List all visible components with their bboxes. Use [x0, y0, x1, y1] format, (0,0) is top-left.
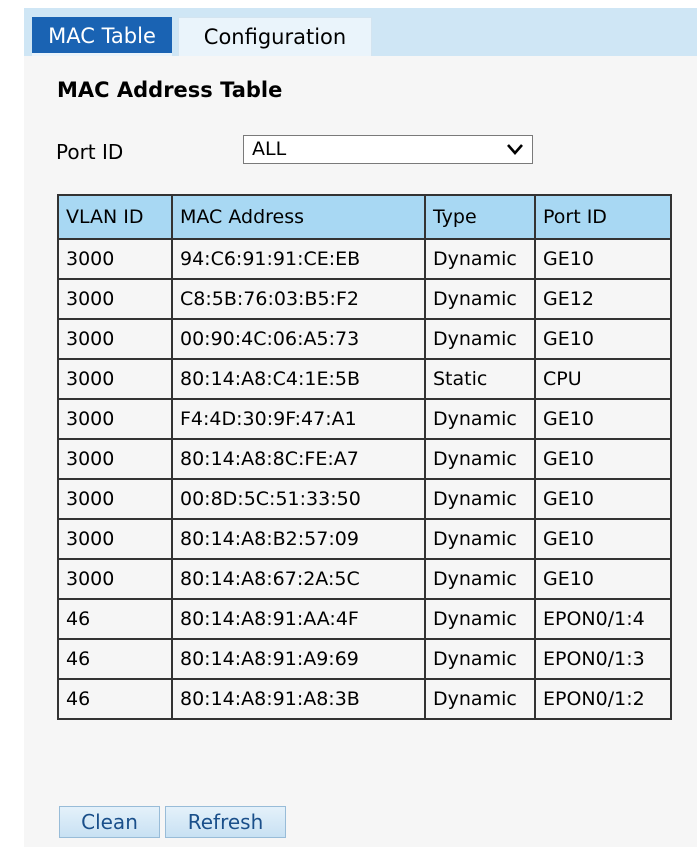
mac-address-cell: F4:4D:30:9F:47:A1: [171, 398, 426, 440]
table-row: 3000 00:8D:5C:51:33:50 Dynamic GE10: [57, 478, 672, 520]
mac-address-cell: C8:5B:76:03:B5:F2: [171, 278, 426, 320]
port-id-filter-label: Port ID: [56, 140, 124, 164]
column-header-mac-address: MAC Address: [171, 194, 426, 240]
tab-configuration[interactable]: Configuration: [178, 17, 372, 56]
mac-address-cell: 80:14:A8:91:AA:4F: [171, 598, 426, 640]
port-id-select-value: ALL: [252, 138, 287, 160]
page-title: MAC Address Table: [57, 78, 283, 102]
type-cell: Dynamic: [424, 278, 536, 320]
mac-address-cell: 00:90:4C:06:A5:73: [171, 318, 426, 360]
table-body: 3000 94:C6:91:91:CE:EB Dynamic GE10 3000 C8:5…: [57, 238, 672, 720]
mac-address-cell: 80:14:A8:8C:FE:A7: [171, 438, 426, 480]
type-cell: Static: [424, 358, 536, 400]
vlan-id-cell: 3000: [57, 278, 173, 320]
type-cell: Dynamic: [424, 558, 536, 600]
tab-mac-table[interactable]: MAC Table: [32, 17, 172, 56]
table-row: 3000 80:14:A8:8C:FE:A7 Dynamic GE10: [57, 438, 672, 480]
vlan-id-cell: 46: [57, 678, 173, 720]
tab-bar: MAC Table Configuration: [24, 8, 697, 56]
column-header-type: Type: [424, 194, 536, 240]
vlan-id-cell: 3000: [57, 558, 173, 600]
mac-address-cell: 80:14:A8:91:A8:3B: [171, 678, 426, 720]
mac-address-cell: 94:C6:91:91:CE:EB: [171, 238, 426, 280]
table-row: 3000 80:14:A8:B2:57:09 Dynamic GE10: [57, 518, 672, 560]
vlan-id-cell: 46: [57, 638, 173, 680]
vlan-id-cell: 3000: [57, 358, 173, 400]
table-row: 46 80:14:A8:91:A9:69 Dynamic EPON0/1:3: [57, 638, 672, 680]
column-header-port-id: Port ID: [534, 194, 672, 240]
type-cell: Dynamic: [424, 238, 536, 280]
mac-address-cell: 80:14:A8:91:A9:69: [171, 638, 426, 680]
mac-address-table: VLAN ID MAC Address Type Port ID 3000 94:…: [57, 194, 672, 720]
port-id-cell: GE10: [534, 518, 672, 560]
table-row: 3000 94:C6:91:91:CE:EB Dynamic GE10: [57, 238, 672, 280]
port-id-cell: CPU: [534, 358, 672, 400]
port-id-cell: GE12: [534, 278, 672, 320]
port-id-cell: GE10: [534, 318, 672, 360]
table-row: 3000 F4:4D:30:9F:47:A1 Dynamic GE10: [57, 398, 672, 440]
port-id-select[interactable]: ALL: [243, 135, 533, 164]
vlan-id-cell: 3000: [57, 478, 173, 520]
table-row: 3000 80:14:A8:67:2A:5C Dynamic GE10: [57, 558, 672, 600]
vlan-id-cell: 3000: [57, 438, 173, 480]
type-cell: Dynamic: [424, 318, 536, 360]
table-row: 46 80:14:A8:91:A8:3B Dynamic EPON0/1:2: [57, 678, 672, 720]
port-id-cell: GE10: [534, 438, 672, 480]
mac-address-cell: 80:14:A8:67:2A:5C: [171, 558, 426, 600]
type-cell: Dynamic: [424, 518, 536, 560]
port-id-cell: EPON0/1:2: [534, 678, 672, 720]
vlan-id-cell: 46: [57, 598, 173, 640]
type-cell: Dynamic: [424, 398, 536, 440]
port-id-cell: GE10: [534, 478, 672, 520]
type-cell: Dynamic: [424, 678, 536, 720]
table-row: 46 80:14:A8:91:AA:4F Dynamic EPON0/1:4: [57, 598, 672, 640]
clean-button[interactable]: Clean: [59, 806, 160, 838]
table-row: 3000 00:90:4C:06:A5:73 Dynamic GE10: [57, 318, 672, 360]
type-cell: Dynamic: [424, 438, 536, 480]
chevron-down-icon: [507, 144, 523, 155]
vlan-id-cell: 3000: [57, 318, 173, 360]
refresh-button[interactable]: Refresh: [165, 806, 286, 838]
type-cell: Dynamic: [424, 598, 536, 640]
mac-address-cell: 80:14:A8:B2:57:09: [171, 518, 426, 560]
table-row: 3000 80:14:A8:C4:1E:5B Static CPU: [57, 358, 672, 400]
column-header-vlan-id: VLAN ID: [57, 194, 173, 240]
vlan-id-cell: 3000: [57, 398, 173, 440]
port-id-cell: GE10: [534, 238, 672, 280]
type-cell: Dynamic: [424, 478, 536, 520]
table-row: 3000 C8:5B:76:03:B5:F2 Dynamic GE12: [57, 278, 672, 320]
mac-address-cell: 00:8D:5C:51:33:50: [171, 478, 426, 520]
port-id-cell: GE10: [534, 558, 672, 600]
vlan-id-cell: 3000: [57, 238, 173, 280]
type-cell: Dynamic: [424, 638, 536, 680]
port-id-cell: EPON0/1:4: [534, 598, 672, 640]
vlan-id-cell: 3000: [57, 518, 173, 560]
mac-address-cell: 80:14:A8:C4:1E:5B: [171, 358, 426, 400]
port-id-cell: EPON0/1:3: [534, 638, 672, 680]
port-id-cell: GE10: [534, 398, 672, 440]
table-header-row: VLAN ID MAC Address Type Port ID: [57, 194, 672, 240]
